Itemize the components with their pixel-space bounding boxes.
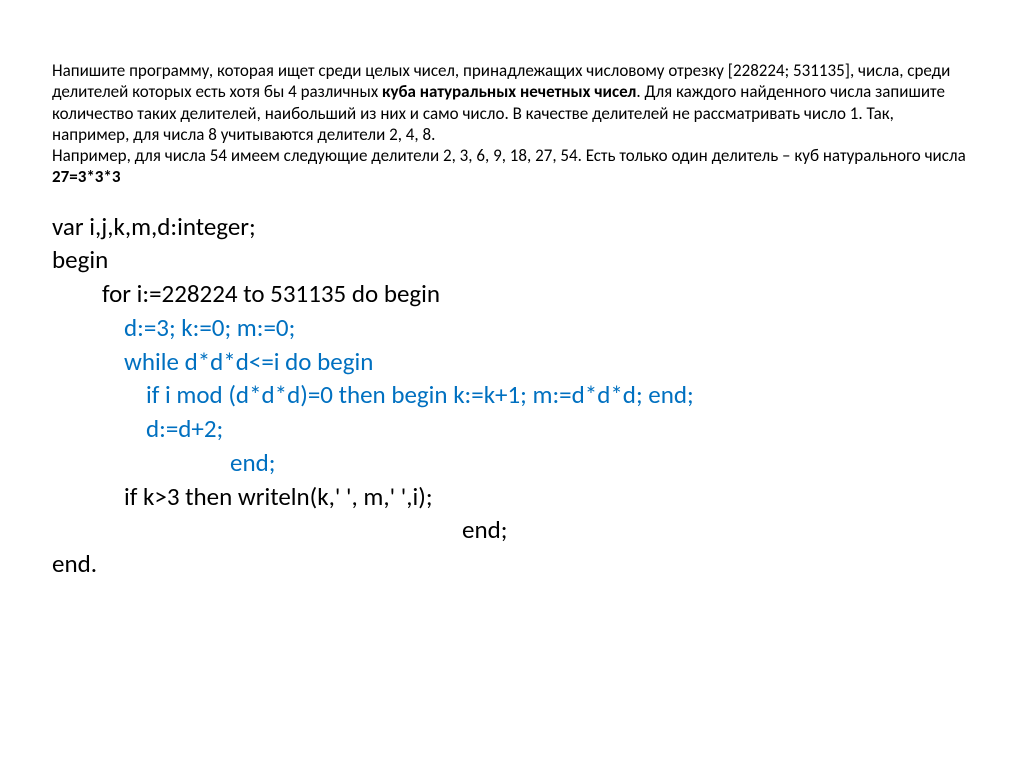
problem-text-part3: Например, для числа 54 имеем следующие д… [52, 145, 966, 166]
document-page: Напишите программу, которая ищет среди ц… [0, 0, 1024, 581]
code-line-7: d:=d+2; [52, 412, 972, 446]
code-line-4: d:=3; k:=0; m:=0; [52, 311, 972, 345]
code-line-1: var i,j,k,m,d:integer; [52, 210, 972, 244]
problem-statement: Напишите программу, которая ищет среди ц… [52, 60, 972, 188]
code-line-9: if k>3 then writeln(k,' ', m,' ',i); [52, 480, 972, 514]
code-block: var i,j,k,m,d:integer; begin for i:=2282… [52, 210, 972, 581]
problem-bold-2: 27=3*3*3 [52, 166, 120, 187]
code-line-5: while d*d*d<=i do begin [52, 345, 972, 379]
code-line-6: if i mod (d*d*d)=0 then begin k:=k+1; m:… [52, 378, 972, 412]
code-line-8: end; [52, 446, 972, 480]
code-line-10: end; [52, 513, 972, 547]
code-line-3: for i:=228224 to 531135 do begin [52, 277, 972, 311]
code-line-11: end. [52, 547, 972, 581]
code-line-2: begin [52, 243, 972, 277]
problem-bold-1: куба натуральных нечетных чисел [382, 81, 636, 102]
